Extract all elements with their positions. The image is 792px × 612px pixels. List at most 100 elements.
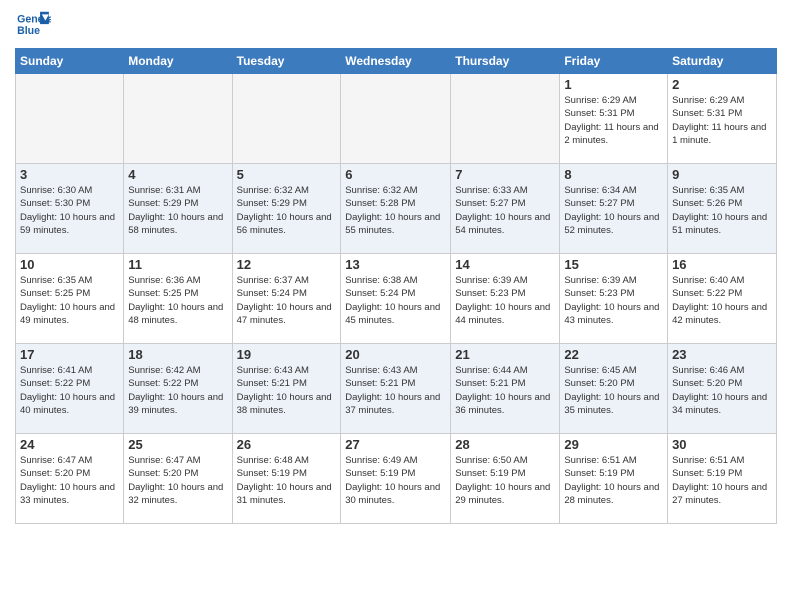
calendar-cell: 27 Sunrise: 6:49 AMSunset: 5:19 PMDayligh… bbox=[341, 434, 451, 524]
day-number: 2 bbox=[672, 77, 772, 92]
calendar-header-thursday: Thursday bbox=[451, 49, 560, 74]
calendar-cell: 2 Sunrise: 6:29 AMSunset: 5:31 PMDaylight… bbox=[668, 74, 777, 164]
day-number: 4 bbox=[128, 167, 227, 182]
day-info: Sunrise: 6:31 AMSunset: 5:29 PMDaylight:… bbox=[128, 184, 227, 237]
calendar-week-row: 3 Sunrise: 6:30 AMSunset: 5:30 PMDaylight… bbox=[16, 164, 777, 254]
day-info: Sunrise: 6:46 AMSunset: 5:20 PMDaylight:… bbox=[672, 364, 772, 417]
day-number: 22 bbox=[564, 347, 663, 362]
calendar-cell: 21 Sunrise: 6:44 AMSunset: 5:21 PMDayligh… bbox=[451, 344, 560, 434]
day-number: 14 bbox=[455, 257, 555, 272]
day-info: Sunrise: 6:38 AMSunset: 5:24 PMDaylight:… bbox=[345, 274, 446, 327]
calendar-cell: 28 Sunrise: 6:50 AMSunset: 5:19 PMDayligh… bbox=[451, 434, 560, 524]
day-info: Sunrise: 6:43 AMSunset: 5:21 PMDaylight:… bbox=[237, 364, 337, 417]
calendar-cell: 7 Sunrise: 6:33 AMSunset: 5:27 PMDaylight… bbox=[451, 164, 560, 254]
calendar-cell: 14 Sunrise: 6:39 AMSunset: 5:23 PMDayligh… bbox=[451, 254, 560, 344]
day-number: 19 bbox=[237, 347, 337, 362]
day-number: 5 bbox=[237, 167, 337, 182]
day-number: 25 bbox=[128, 437, 227, 452]
day-info: Sunrise: 6:43 AMSunset: 5:21 PMDaylight:… bbox=[345, 364, 446, 417]
day-number: 1 bbox=[564, 77, 663, 92]
calendar-cell: 6 Sunrise: 6:32 AMSunset: 5:28 PMDaylight… bbox=[341, 164, 451, 254]
calendar-cell: 18 Sunrise: 6:42 AMSunset: 5:22 PMDayligh… bbox=[124, 344, 232, 434]
day-number: 23 bbox=[672, 347, 772, 362]
calendar-cell: 24Sunrise: 6:47 AMSunset: 5:20 PMDayligh… bbox=[16, 434, 124, 524]
day-number: 6 bbox=[345, 167, 446, 182]
day-info: Sunrise: 6:47 AMSunset: 5:20 PMDaylight:… bbox=[20, 454, 119, 507]
calendar-cell: 9 Sunrise: 6:35 AMSunset: 5:26 PMDaylight… bbox=[668, 164, 777, 254]
calendar-cell: 10 Sunrise: 6:35 AMSunset: 5:25 PMDayligh… bbox=[16, 254, 124, 344]
day-info: Sunrise: 6:33 AMSunset: 5:27 PMDaylight:… bbox=[455, 184, 555, 237]
calendar-header-wednesday: Wednesday bbox=[341, 49, 451, 74]
day-info: Sunrise: 6:51 AMSunset: 5:19 PMDaylight:… bbox=[672, 454, 772, 507]
calendar-cell bbox=[124, 74, 232, 164]
day-info: Sunrise: 6:48 AMSunset: 5:19 PMDaylight:… bbox=[237, 454, 337, 507]
calendar-cell: 16Sunrise: 6:40 AMSunset: 5:22 PMDayligh… bbox=[668, 254, 777, 344]
day-number: 7 bbox=[455, 167, 555, 182]
calendar-cell: 29Sunrise: 6:51 AMSunset: 5:19 PMDayligh… bbox=[560, 434, 668, 524]
day-number: 27 bbox=[345, 437, 446, 452]
calendar-cell bbox=[341, 74, 451, 164]
day-info: Sunrise: 6:35 AMSunset: 5:25 PMDaylight:… bbox=[20, 274, 119, 327]
day-number: 26 bbox=[237, 437, 337, 452]
day-number: 10 bbox=[20, 257, 119, 272]
calendar-table: SundayMondayTuesdayWednesdayThursdayFrid… bbox=[15, 48, 777, 524]
day-number: 15 bbox=[564, 257, 663, 272]
day-number: 18 bbox=[128, 347, 227, 362]
calendar-cell: 25Sunrise: 6:47 AMSunset: 5:20 PMDayligh… bbox=[124, 434, 232, 524]
calendar-header-tuesday: Tuesday bbox=[232, 49, 341, 74]
calendar-header-row: SundayMondayTuesdayWednesdayThursdayFrid… bbox=[16, 49, 777, 74]
day-number: 17 bbox=[20, 347, 119, 362]
day-info: Sunrise: 6:44 AMSunset: 5:21 PMDaylight:… bbox=[455, 364, 555, 417]
day-number: 12 bbox=[237, 257, 337, 272]
calendar-cell: 15 Sunrise: 6:39 AMSunset: 5:23 PMDayligh… bbox=[560, 254, 668, 344]
calendar-cell bbox=[451, 74, 560, 164]
day-number: 28 bbox=[455, 437, 555, 452]
day-info: Sunrise: 6:32 AMSunset: 5:28 PMDaylight:… bbox=[345, 184, 446, 237]
calendar-week-row: 10 Sunrise: 6:35 AMSunset: 5:25 PMDayligh… bbox=[16, 254, 777, 344]
calendar-header-friday: Friday bbox=[560, 49, 668, 74]
calendar-cell: 4 Sunrise: 6:31 AMSunset: 5:29 PMDaylight… bbox=[124, 164, 232, 254]
day-info: Sunrise: 6:39 AMSunset: 5:23 PMDaylight:… bbox=[564, 274, 663, 327]
day-number: 13 bbox=[345, 257, 446, 272]
calendar-cell: 22 Sunrise: 6:45 AMSunset: 5:20 PMDayligh… bbox=[560, 344, 668, 434]
day-info: Sunrise: 6:42 AMSunset: 5:22 PMDaylight:… bbox=[128, 364, 227, 417]
day-info: Sunrise: 6:30 AMSunset: 5:30 PMDaylight:… bbox=[20, 184, 119, 237]
day-number: 16 bbox=[672, 257, 772, 272]
day-info: Sunrise: 6:32 AMSunset: 5:29 PMDaylight:… bbox=[237, 184, 337, 237]
day-info: Sunrise: 6:39 AMSunset: 5:23 PMDaylight:… bbox=[455, 274, 555, 327]
logo: General Blue bbox=[15, 10, 51, 40]
day-info: Sunrise: 6:49 AMSunset: 5:19 PMDaylight:… bbox=[345, 454, 446, 507]
calendar-header-sunday: Sunday bbox=[16, 49, 124, 74]
calendar-cell: 3 Sunrise: 6:30 AMSunset: 5:30 PMDaylight… bbox=[16, 164, 124, 254]
svg-text:Blue: Blue bbox=[17, 25, 40, 37]
calendar-week-row: 24Sunrise: 6:47 AMSunset: 5:20 PMDayligh… bbox=[16, 434, 777, 524]
calendar-cell: 13 Sunrise: 6:38 AMSunset: 5:24 PMDayligh… bbox=[341, 254, 451, 344]
calendar-week-row: 1 Sunrise: 6:29 AMSunset: 5:31 PMDaylight… bbox=[16, 74, 777, 164]
day-info: Sunrise: 6:35 AMSunset: 5:26 PMDaylight:… bbox=[672, 184, 772, 237]
calendar-header-monday: Monday bbox=[124, 49, 232, 74]
page: General Blue SundayMondayTuesdayWednesda… bbox=[0, 0, 792, 539]
calendar-cell: 30Sunrise: 6:51 AMSunset: 5:19 PMDayligh… bbox=[668, 434, 777, 524]
logo-icon: General Blue bbox=[15, 10, 51, 40]
calendar-cell: 23 Sunrise: 6:46 AMSunset: 5:20 PMDayligh… bbox=[668, 344, 777, 434]
day-info: Sunrise: 6:50 AMSunset: 5:19 PMDaylight:… bbox=[455, 454, 555, 507]
calendar-header-saturday: Saturday bbox=[668, 49, 777, 74]
day-number: 29 bbox=[564, 437, 663, 452]
day-info: Sunrise: 6:29 AMSunset: 5:31 PMDaylight:… bbox=[564, 94, 663, 147]
calendar-cell: 19 Sunrise: 6:43 AMSunset: 5:21 PMDayligh… bbox=[232, 344, 341, 434]
calendar-cell: 17 Sunrise: 6:41 AMSunset: 5:22 PMDayligh… bbox=[16, 344, 124, 434]
calendar-cell: 8Sunrise: 6:34 AMSunset: 5:27 PMDaylight… bbox=[560, 164, 668, 254]
calendar-cell: 26 Sunrise: 6:48 AMSunset: 5:19 PMDayligh… bbox=[232, 434, 341, 524]
calendar-week-row: 17 Sunrise: 6:41 AMSunset: 5:22 PMDayligh… bbox=[16, 344, 777, 434]
day-info: Sunrise: 6:36 AMSunset: 5:25 PMDaylight:… bbox=[128, 274, 227, 327]
day-number: 8 bbox=[564, 167, 663, 182]
day-info: Sunrise: 6:41 AMSunset: 5:22 PMDaylight:… bbox=[20, 364, 119, 417]
day-info: Sunrise: 6:29 AMSunset: 5:31 PMDaylight:… bbox=[672, 94, 772, 147]
day-info: Sunrise: 6:45 AMSunset: 5:20 PMDaylight:… bbox=[564, 364, 663, 417]
header: General Blue bbox=[15, 10, 777, 40]
calendar-cell: 12Sunrise: 6:37 AMSunset: 5:24 PMDayligh… bbox=[232, 254, 341, 344]
day-number: 21 bbox=[455, 347, 555, 362]
calendar-cell: 5 Sunrise: 6:32 AMSunset: 5:29 PMDaylight… bbox=[232, 164, 341, 254]
day-number: 3 bbox=[20, 167, 119, 182]
day-number: 9 bbox=[672, 167, 772, 182]
